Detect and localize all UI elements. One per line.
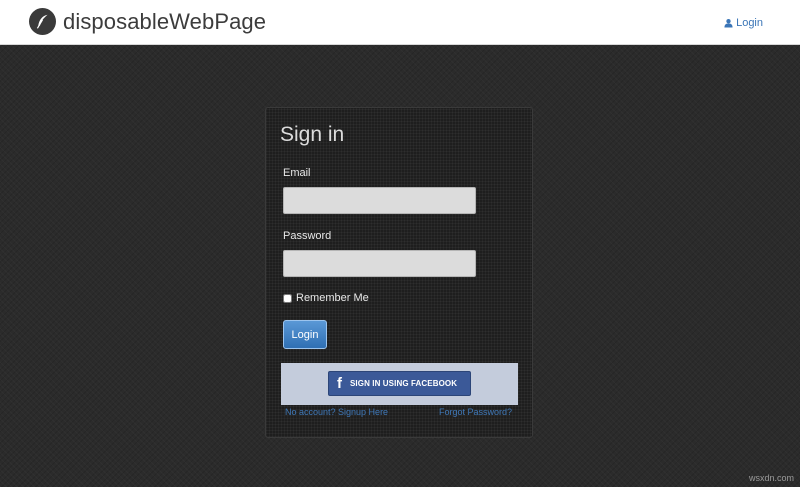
remember-me-label: Remember Me — [296, 292, 369, 304]
facebook-icon: f — [337, 375, 342, 392]
signin-panel: Sign in Email Password Remember Me Login… — [265, 107, 533, 438]
signup-link[interactable]: No account? Signup Here — [285, 407, 388, 417]
feather-icon — [29, 8, 56, 35]
facebook-signin-button[interactable]: f SIGN IN USING FACEBOOK — [328, 371, 471, 396]
forgot-password-link[interactable]: Forgot Password? — [439, 407, 512, 417]
watermark: wsxdn.com — [748, 473, 794, 483]
login-button[interactable]: Login — [283, 320, 327, 349]
nav-login-link[interactable]: Login — [724, 17, 763, 29]
signin-title: Sign in — [280, 123, 345, 146]
brand-logo-link[interactable]: disposableWebPage — [29, 8, 266, 35]
nav-login-label: Login — [736, 17, 763, 29]
password-label: Password — [283, 230, 332, 242]
facebook-signin-label: SIGN IN USING FACEBOOK — [350, 379, 458, 388]
brand-name: disposableWebPage — [63, 8, 267, 34]
remember-me-checkbox[interactable] — [283, 293, 292, 303]
navbar: disposableWebPage Login — [0, 0, 800, 45]
password-field[interactable] — [283, 250, 476, 277]
facebook-signin-area: f SIGN IN USING FACEBOOK — [281, 363, 518, 405]
email-label: Email — [283, 167, 311, 179]
email-field[interactable] — [283, 187, 476, 214]
user-icon — [724, 18, 733, 28]
remember-me-row[interactable]: Remember Me — [283, 292, 369, 304]
